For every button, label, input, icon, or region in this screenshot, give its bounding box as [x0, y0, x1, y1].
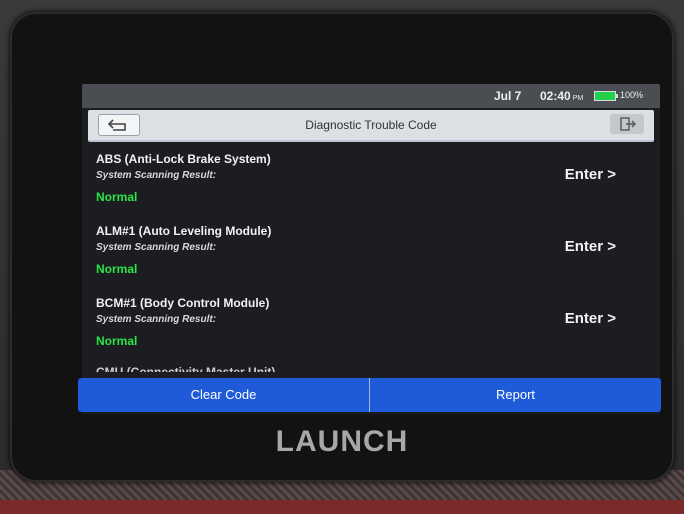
- report-button[interactable]: Report: [369, 378, 661, 412]
- list-item[interactable]: BCM#1 (Body Control Module) System Scann…: [82, 286, 660, 360]
- list-item[interactable]: ABS (Anti-Lock Brake System) System Scan…: [82, 142, 660, 216]
- enter-button[interactable]: Enter >: [565, 310, 616, 327]
- status-normal: Normal: [96, 190, 138, 204]
- status-battery: 100%: [620, 90, 644, 100]
- device-screen: Jul 7 02:40 PM 100% Diagnostic Trouble Co…: [82, 84, 660, 414]
- clear-code-button[interactable]: Clear Code: [78, 378, 369, 412]
- page-title: Diagnostic Trouble Code: [305, 118, 437, 132]
- enter-button[interactable]: Enter >: [565, 166, 616, 183]
- status-time: 02:40 PM: [540, 89, 583, 103]
- status-bar: Jul 7 02:40 PM 100%: [82, 84, 660, 108]
- system-name: ABS (Anti-Lock Brake System): [96, 152, 271, 166]
- title-bar: Diagnostic Trouble Code: [88, 110, 654, 142]
- scan-result-label: System Scanning Result:: [96, 242, 217, 253]
- system-name: BCM#1 (Body Control Module): [96, 296, 270, 310]
- enter-button[interactable]: Enter >: [565, 238, 616, 255]
- list-item[interactable]: ALM#1 (Auto Leveling Module) System Scan…: [82, 214, 660, 288]
- exit-icon: [620, 117, 636, 131]
- exit-button[interactable]: [610, 114, 644, 134]
- footer-bar: Clear Code Report: [78, 378, 661, 412]
- scan-result-label: System Scanning Result:: [96, 314, 217, 325]
- status-date: Jul 7: [494, 89, 522, 103]
- brand-logo: LAUNCH: [275, 425, 409, 458]
- status-normal: Normal: [96, 334, 138, 348]
- scan-result-label: System Scanning Result:: [96, 170, 217, 181]
- system-list: ABS (Anti-Lock Brake System) System Scan…: [82, 142, 660, 382]
- system-name: ALM#1 (Auto Leveling Module): [96, 224, 272, 238]
- status-ampm: PM: [572, 95, 584, 102]
- battery-icon: [594, 91, 618, 101]
- status-time-value: 02:40: [540, 89, 571, 103]
- bench-edge: [0, 500, 684, 514]
- list-item-partial[interactable]: CMU (Connectivity Master Unit): [96, 362, 275, 372]
- status-normal: Normal: [96, 262, 138, 276]
